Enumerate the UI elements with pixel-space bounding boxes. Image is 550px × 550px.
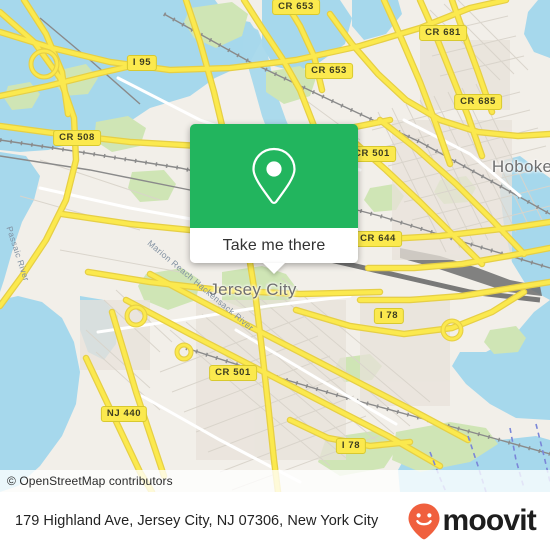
map-canvas[interactable]: HobokenJersey City I 95CR 653CR 653CR 68… bbox=[0, 0, 550, 492]
map-screenshot-root: HobokenJersey City I 95CR 653CR 653CR 68… bbox=[0, 0, 550, 550]
moovit-smiley-pin-icon bbox=[408, 503, 440, 540]
take-me-there-label: Take me there bbox=[222, 236, 326, 254]
callout-icon-panel bbox=[190, 124, 358, 228]
footer-bar: 179 Highland Ave, Jersey City, NJ 07306,… bbox=[0, 492, 550, 550]
map-pin-icon bbox=[252, 147, 296, 204]
location-callout-card[interactable]: Take me there bbox=[190, 124, 358, 274]
callout-action-panel[interactable]: Take me there bbox=[190, 228, 358, 274]
moovit-wordmark: moovit bbox=[442, 504, 536, 537]
moovit-logo[interactable]: moovit bbox=[407, 502, 537, 540]
callout-pointer bbox=[263, 263, 285, 274]
address-text: 179 Highland Ave, Jersey City, NJ 07306,… bbox=[15, 512, 379, 529]
openstreetmap-attribution[interactable]: © OpenStreetMap contributors bbox=[0, 474, 173, 488]
map-attribution-bar: © OpenStreetMap contributors bbox=[0, 470, 550, 492]
